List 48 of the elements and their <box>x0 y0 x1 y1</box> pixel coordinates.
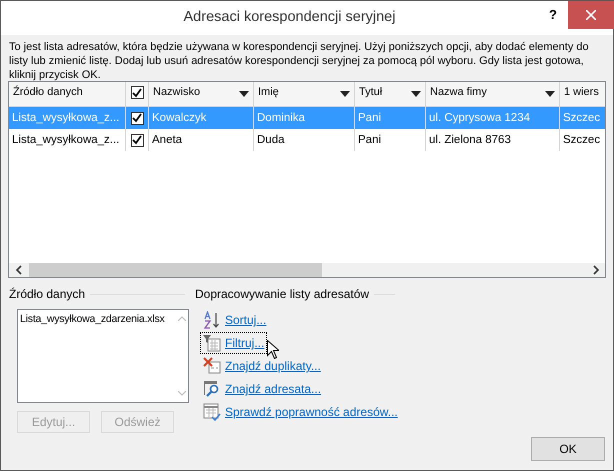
dropdown-arrow-icon[interactable] <box>239 91 249 97</box>
ok-button[interactable]: OK <box>531 437 605 461</box>
table-cell: Aneta <box>152 134 182 146</box>
action-link[interactable]: Sprawdź poprawność adresów... <box>225 405 398 419</box>
table-row[interactable]: Lista_wysyłkowa_z... Aneta Duda Pani ul. Zielona 8763 Szczec <box>9 129 605 151</box>
data-source-list[interactable]: Lista_wysyłkowa_zdarzenia.xlsx <box>17 309 189 403</box>
table-cell: Duda <box>257 134 284 146</box>
filter-table-icon <box>203 334 221 352</box>
close-button[interactable] <box>568 1 614 29</box>
table-cell: Lista_wysyłkowa_z... <box>12 134 120 146</box>
table-cell: Lista_wysyłkowa_z... <box>12 112 120 124</box>
list-item[interactable]: Lista_wysyłkowa_zdarzenia.xlsx <box>20 313 173 325</box>
column-header[interactable]: Źródło danych <box>9 82 126 107</box>
table-cell: ul. Zielona 8763 <box>429 134 511 146</box>
table-cell: ul. Cyprysowa 1234 <box>429 112 530 124</box>
column-header[interactable]: Nazwisko <box>149 82 254 107</box>
row-checkbox[interactable] <box>130 112 144 124</box>
validate-list-icon <box>203 403 221 421</box>
action-link[interactable]: Znajdź adresata... <box>225 382 322 396</box>
table-cell: Pani <box>358 134 382 146</box>
close-icon <box>586 10 596 20</box>
table-cell: Szczec <box>563 112 600 124</box>
instructions-text: To jest lista adresatów, która będzie używana w korespondencji seryjnej. Użyj poniższych opcji, aby dodać elementy do listy lub zmienić listę. Dodaj lub usuń adresatów korespondencji seryjnej za pomocą pól wyboru. Gdy lista jest gotowa, kliknij przycisk OK. <box>8 40 590 80</box>
dropdown-arrow-icon[interactable] <box>411 91 421 97</box>
sort-icon <box>203 311 221 329</box>
select-all-checkbox[interactable] <box>130 86 144 99</box>
column-header[interactable]: Tytuł <box>355 82 426 107</box>
mouse-pointer-icon <box>267 340 279 359</box>
dropdown-arrow-icon[interactable] <box>545 91 555 97</box>
table-cell: Dominika <box>257 112 305 124</box>
row-checkbox[interactable] <box>130 134 144 146</box>
table-cell: Szczec <box>563 134 600 146</box>
duplicates-icon <box>203 357 221 375</box>
table-cell: Pani <box>358 112 382 124</box>
dropdown-arrow-icon[interactable] <box>340 91 350 97</box>
search-icon <box>203 380 221 398</box>
group-title: Źródło danych <box>9 287 86 301</box>
action-link[interactable]: Znajdź duplikaty... <box>225 359 321 373</box>
action-link[interactable]: Sortuj... <box>225 313 266 327</box>
action-link[interactable]: Filtruj... <box>225 336 264 350</box>
group-title: Dopracowywanie listy adresatów <box>195 287 370 301</box>
column-header[interactable]: 1 wiers <box>560 82 605 107</box>
window-title: Adresaci korespondencji seryjnej <box>182 8 396 25</box>
table-cell: Kowalczyk <box>152 112 206 124</box>
column-header[interactable]: Imię <box>254 82 355 107</box>
column-header[interactable]: Nazwa fimy <box>426 82 560 107</box>
horizontal-scrollbar[interactable] <box>9 263 605 277</box>
help-button[interactable]: ? <box>538 1 568 27</box>
